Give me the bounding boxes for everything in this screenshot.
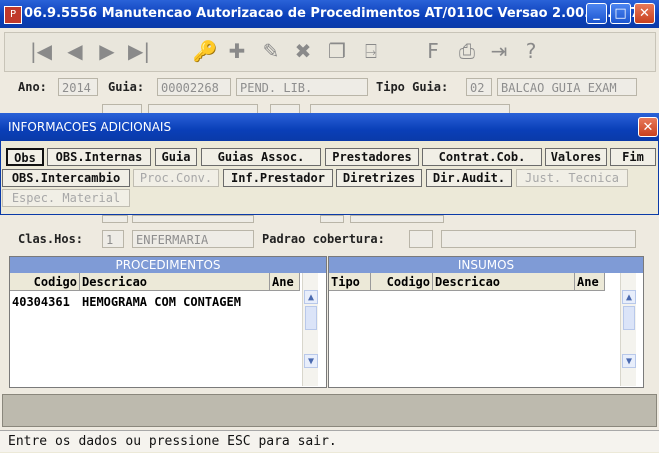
edit-icon[interactable]: ✎ xyxy=(256,36,286,66)
print-icon[interactable]: ⎙ xyxy=(452,36,482,66)
ano-label: Ano: xyxy=(18,80,47,94)
add-icon[interactable]: ✚ xyxy=(222,36,252,66)
clas-hos-desc-field: ENFERMARIA xyxy=(132,230,254,248)
proc-col-descricao[interactable]: Descricao xyxy=(80,273,270,291)
espec-material-button: Espec. Material xyxy=(2,189,130,207)
prestadores-button[interactable]: Prestadores xyxy=(325,148,419,166)
guias-assoc-button[interactable]: Guias Assoc. xyxy=(201,148,321,166)
padrao-cobertura-label: Padrao cobertura: xyxy=(262,232,385,246)
guia-field[interactable]: 00002268 xyxy=(157,78,231,96)
help-icon[interactable]: ? xyxy=(516,36,546,66)
hidden-field-8 xyxy=(350,215,444,223)
hidden-field-7 xyxy=(320,215,344,223)
first-record-icon[interactable]: |◀ xyxy=(26,36,56,66)
diretrizes-button[interactable]: Diretrizes xyxy=(336,169,422,187)
search-icon[interactable]: 🔑 xyxy=(190,36,220,66)
ins-scroll-up-icon[interactable]: ▲ xyxy=(622,290,636,304)
minimize-button[interactable]: _ xyxy=(586,3,607,24)
clas-hos-code-field[interactable]: 1 xyxy=(102,230,124,248)
ins-scroll-down-icon[interactable]: ▼ xyxy=(622,354,636,368)
ins-col-tipo[interactable]: Tipo xyxy=(329,273,371,291)
window-title: 06.9.5556 Manutencao Autorizacao de Proc… xyxy=(24,6,655,21)
proc-row-codigo[interactable]: 40304361 xyxy=(12,295,70,309)
valores-button[interactable]: Valores xyxy=(545,148,607,166)
ano-field[interactable]: 2014 xyxy=(58,78,98,96)
dialog-titlebar[interactable]: INFORMACOES ADICIONAIS xyxy=(0,113,659,141)
export-icon[interactable]: ⇥ xyxy=(484,36,514,66)
ins-col-ane[interactable]: Ane xyxy=(575,273,605,291)
guia-button[interactable]: Guia xyxy=(155,148,197,166)
message-panel xyxy=(2,394,657,427)
proc-row-descricao[interactable]: HEMOGRAMA COM CONTAGEM xyxy=(82,295,241,309)
delete-icon[interactable]: ✖ xyxy=(288,36,318,66)
obs-button[interactable]: Obs xyxy=(6,148,44,166)
dialog-close-button[interactable]: ✕ xyxy=(638,117,658,137)
copy-icon[interactable]: ❐ xyxy=(322,36,352,66)
proc-col-ane[interactable]: Ane xyxy=(270,273,300,291)
tipo-guia-label: Tipo Guia: xyxy=(376,80,449,94)
contrat-cob-button[interactable]: Contrat.Cob. xyxy=(422,148,542,166)
proc-scroll-thumb[interactable] xyxy=(305,306,317,330)
proc-conv-button: Proc.Conv. xyxy=(133,169,219,187)
close-button[interactable]: ✕ xyxy=(634,3,655,24)
fim-button[interactable]: Fim xyxy=(610,148,656,166)
guia-label: Guia: xyxy=(108,80,145,94)
tipo-guia-code-field[interactable]: 02 xyxy=(466,78,492,96)
obs-intercambio-button[interactable]: OBS.Intercambio xyxy=(2,169,130,187)
hidden-field-5 xyxy=(102,215,128,223)
padrao-cobertura-code-field[interactable] xyxy=(409,230,433,248)
proc-scroll-up-icon[interactable]: ▲ xyxy=(304,290,318,304)
inf-prestador-button[interactable]: Inf.Prestador xyxy=(223,169,333,187)
guia-status-field: PEND. LIB. xyxy=(236,78,368,96)
hidden-field-6 xyxy=(132,215,254,223)
proc-col-codigo[interactable]: Codigo xyxy=(10,273,80,291)
procedimentos-title: PROCEDIMENTOS xyxy=(10,257,326,273)
just-tecnica-button: Just. Tecnica xyxy=(516,169,628,187)
proc-scroll-down-icon[interactable]: ▼ xyxy=(304,354,318,368)
window-titlebar[interactable]: P 06.9.5556 Manutencao Autorizacao de Pr… xyxy=(0,0,659,28)
next-record-icon[interactable]: ▶ xyxy=(92,36,122,66)
status-bar: Entre os dados ou pressione ESC para sai… xyxy=(0,430,659,452)
ins-col-codigo[interactable]: Codigo xyxy=(371,273,433,291)
insumos-title: INSUMOS xyxy=(329,257,643,273)
tipo-guia-desc-field: BALCAO GUIA EXAM xyxy=(497,78,637,96)
prev-record-icon[interactable]: ◀ xyxy=(60,36,90,66)
maximize-button[interactable]: □ xyxy=(610,3,631,24)
dialog-title: INFORMACOES ADICIONAIS xyxy=(8,120,172,134)
filter-icon[interactable]: F xyxy=(418,36,448,66)
clas-hos-label: Clas.Hos: xyxy=(18,232,84,246)
exit-door-icon[interactable]: ⍈ xyxy=(356,36,386,66)
last-record-icon[interactable]: ▶| xyxy=(124,36,154,66)
padrao-cobertura-desc-field xyxy=(441,230,636,248)
dir-audit-button[interactable]: Dir.Audit. xyxy=(426,169,512,187)
ins-col-descricao[interactable]: Descricao xyxy=(433,273,575,291)
obs-internas-button[interactable]: OBS.Internas xyxy=(47,148,151,166)
app-icon: P xyxy=(4,6,22,24)
ins-scroll-thumb[interactable] xyxy=(623,306,635,330)
